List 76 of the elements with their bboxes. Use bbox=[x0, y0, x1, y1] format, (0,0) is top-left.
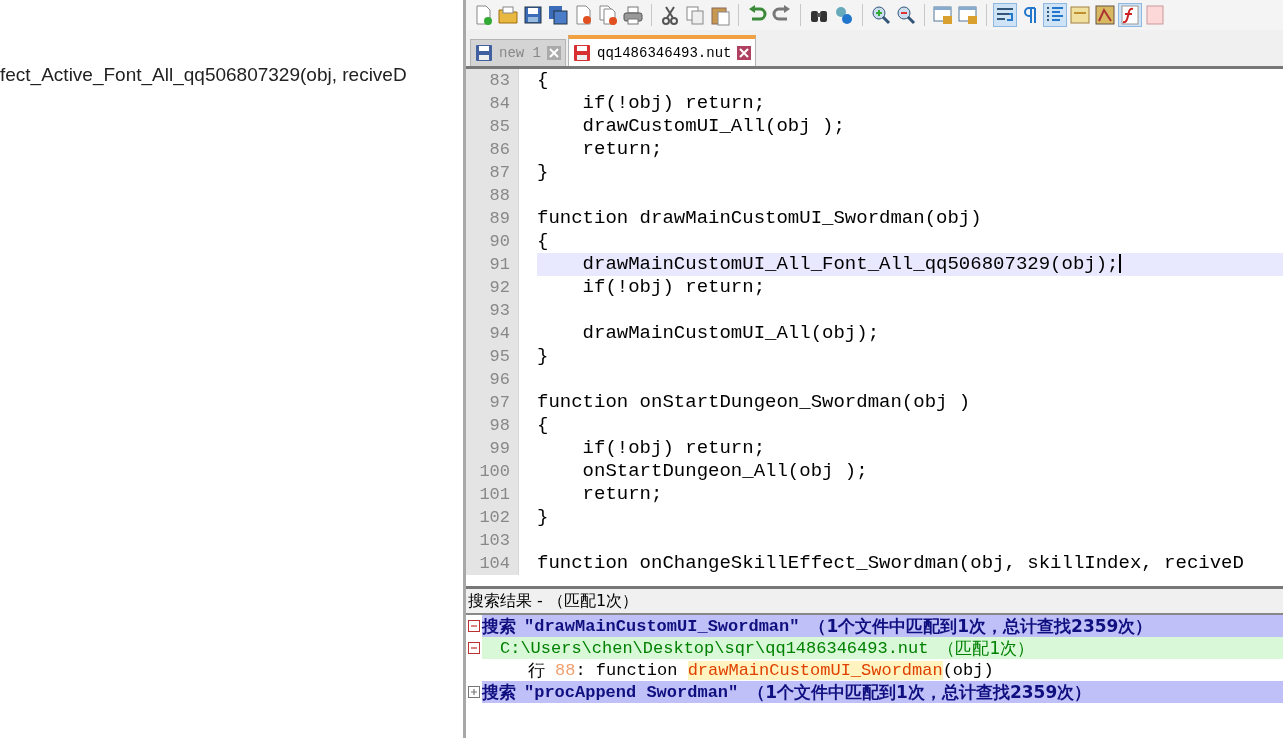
match-summary: （1个文件中匹配到1次，总计查找2359次） bbox=[748, 680, 1092, 704]
code-line: { bbox=[537, 69, 549, 92]
line-number: 100 bbox=[466, 460, 518, 483]
line-number: 93 bbox=[466, 299, 518, 322]
indent-guide-icon[interactable] bbox=[1044, 4, 1066, 26]
paste-icon[interactable] bbox=[709, 4, 731, 26]
match-summary: （1个文件中匹配到1次，总计查找2359次） bbox=[809, 614, 1153, 638]
code-line: function onStartDungeon_Swordman(obj ) bbox=[537, 391, 971, 414]
line-number: 91 bbox=[466, 253, 518, 276]
close-icon[interactable] bbox=[737, 45, 752, 60]
window-lock-icon[interactable] bbox=[932, 4, 954, 26]
code-line: { bbox=[537, 230, 549, 253]
save-icon[interactable] bbox=[522, 4, 544, 26]
line-number: 101 bbox=[466, 483, 518, 506]
line-number: 94 bbox=[466, 322, 518, 345]
search-query: "drawMainCustomUI_Swordman" bbox=[524, 616, 800, 636]
code-line: drawMainCustomUI_All(obj); bbox=[581, 322, 880, 345]
file-tab[interactable]: qq1486346493.nut bbox=[568, 35, 757, 66]
zoom-out-icon[interactable] bbox=[895, 4, 917, 26]
line-number: 90 bbox=[466, 230, 518, 253]
line-number: 98 bbox=[466, 414, 518, 437]
collapse-icon[interactable] bbox=[468, 642, 480, 654]
line-number: 103 bbox=[466, 529, 518, 552]
line-number: 85 bbox=[466, 115, 518, 138]
code-line: } bbox=[537, 161, 549, 184]
line-number: 83 bbox=[466, 69, 518, 92]
line-number: 87 bbox=[466, 161, 518, 184]
line-number: 89 bbox=[466, 207, 518, 230]
function-list-icon[interactable] bbox=[1119, 4, 1141, 26]
code-line: function onChangeSkillEffect_Swordman(obj, skillIndex, reciveD bbox=[537, 552, 1244, 575]
line-number: 102 bbox=[466, 506, 518, 529]
line-label: 行 bbox=[528, 658, 545, 682]
expand-icon[interactable] bbox=[468, 686, 480, 698]
file-path: C:\Users\chen\Desktop\sqr\qq1486346493.nut bbox=[500, 638, 929, 658]
print-icon[interactable] bbox=[622, 4, 644, 26]
save-all-icon[interactable] bbox=[547, 4, 569, 26]
search-query: "procAppend Swordman" bbox=[524, 682, 739, 702]
result-text: : function bbox=[575, 660, 679, 680]
line-number: 88 bbox=[555, 660, 576, 680]
line-number: 97 bbox=[466, 391, 518, 414]
match-count: （匹配1次） bbox=[938, 636, 1035, 660]
code-text: fect_Active_Font_All_qq506807329(obj, reciveD bbox=[0, 64, 407, 86]
code-line: return; bbox=[581, 138, 663, 161]
line-number: 99 bbox=[466, 437, 518, 460]
text-cursor bbox=[1118, 254, 1121, 274]
window-lock-icon[interactable] bbox=[957, 4, 979, 26]
code-line: function drawMainCustomUI_Swordman(obj) bbox=[537, 207, 982, 230]
code-line: if(!obj) return; bbox=[581, 92, 766, 115]
code-line: return; bbox=[581, 483, 663, 506]
line-number: 96 bbox=[466, 368, 518, 391]
code-line: drawMainCustomUI_All_Font_All_qq506807329(obj); bbox=[581, 253, 1119, 276]
code-line: onStartDungeon_All(obj ); bbox=[581, 460, 868, 483]
search-label: 搜索 bbox=[482, 680, 516, 704]
match-highlight: drawMainCustomUI_Swordman bbox=[687, 660, 943, 680]
collapse-icon[interactable] bbox=[468, 620, 480, 632]
close-icon[interactable] bbox=[547, 46, 561, 60]
result-text: (obj) bbox=[942, 660, 994, 680]
zoom-in-icon[interactable] bbox=[870, 4, 892, 26]
line-number: 86 bbox=[466, 138, 518, 161]
code-line: drawCustomUI_All(obj ); bbox=[581, 115, 845, 138]
code-line: { bbox=[537, 414, 549, 437]
code-line: } bbox=[537, 506, 549, 529]
close-all-icon[interactable] bbox=[597, 4, 619, 26]
code-line: if(!obj) return; bbox=[581, 437, 766, 460]
line-number: 104 bbox=[466, 552, 518, 575]
code-line: } bbox=[537, 345, 549, 368]
line-number: 95 bbox=[466, 345, 518, 368]
line-number: 84 bbox=[466, 92, 518, 115]
code-line: if(!obj) return; bbox=[581, 276, 766, 299]
search-label: 搜索 bbox=[482, 614, 516, 638]
word-wrap-icon[interactable] bbox=[994, 4, 1016, 26]
cut-icon[interactable] bbox=[659, 4, 681, 26]
line-number: 92 bbox=[466, 276, 518, 299]
line-number: 88 bbox=[466, 184, 518, 207]
panel-title: 搜索结果 - （匹配1次） bbox=[466, 589, 1283, 615]
map-icon[interactable] bbox=[1094, 4, 1116, 26]
